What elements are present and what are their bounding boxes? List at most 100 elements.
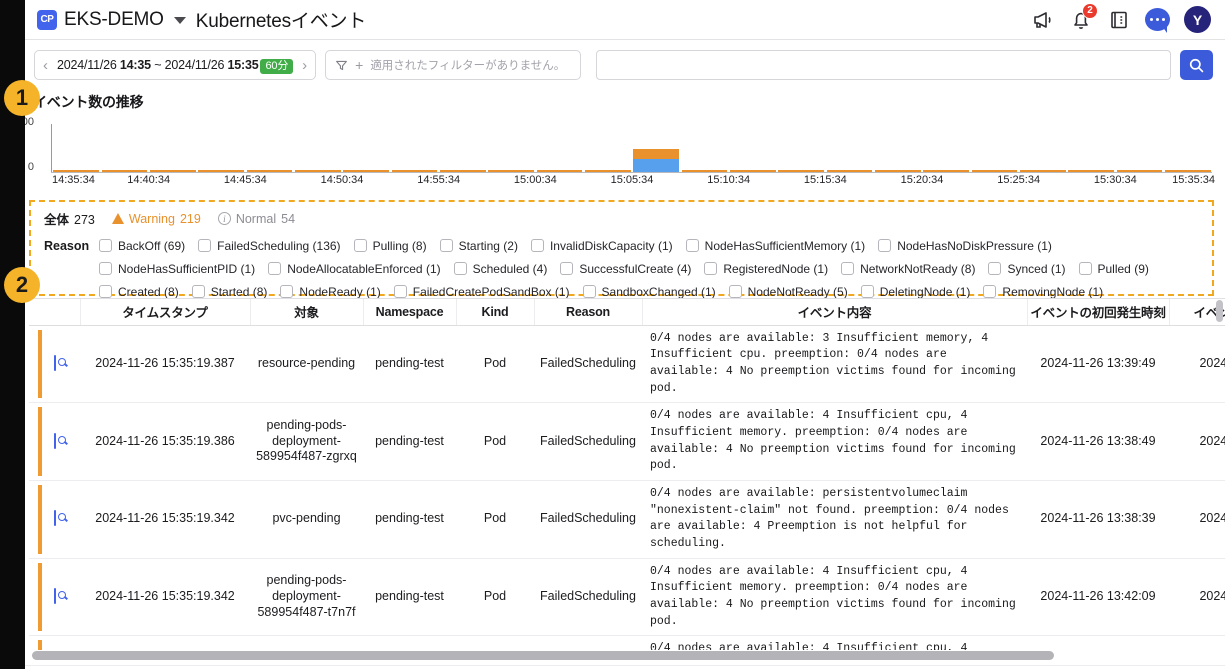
checkbox-icon[interactable] — [99, 262, 112, 275]
reason-checkbox-10[interactable]: SuccessfulCreate (4) — [560, 260, 691, 277]
chart-bar[interactable] — [391, 170, 438, 172]
events-table-container[interactable]: タイムスタンプ 対象 Namespace Kind Reason イベント内容 … — [29, 298, 1225, 650]
chart-bar[interactable] — [633, 148, 680, 172]
magnifier-icon[interactable] — [53, 510, 56, 527]
reason-checkbox-9[interactable]: Scheduled (4) — [453, 260, 547, 277]
column-header-object[interactable]: 対象 — [250, 299, 364, 326]
reason-checkbox-7[interactable]: NodeHasSufficientPID (1) — [99, 260, 255, 277]
table-row[interactable]: 2024-11-26 15:35:19.386 pending-pods-depl… — [29, 402, 1225, 481]
checkbox-icon[interactable] — [1078, 262, 1092, 275]
chart-bar[interactable] — [488, 170, 535, 172]
next-range-button[interactable]: › — [300, 58, 309, 73]
table-row[interactable]: 2024-11-26 15:35:19.342 pending-pods-depl… — [29, 558, 1225, 637]
megaphone-icon[interactable] — [1031, 8, 1055, 32]
checkbox-icon[interactable] — [560, 262, 574, 275]
checkbox-icon[interactable] — [530, 239, 544, 252]
checkbox-icon[interactable] — [453, 262, 467, 275]
checkbox-icon[interactable] — [685, 239, 699, 252]
checkbox-icon[interactable] — [582, 285, 596, 298]
column-header-message[interactable]: イベント内容 — [642, 299, 1028, 326]
magnifier-icon[interactable] — [53, 588, 56, 605]
warning-count[interactable]: Warning 219 — [111, 212, 201, 226]
checkbox-icon[interactable] — [353, 239, 367, 252]
checkbox-icon[interactable] — [191, 285, 205, 298]
chevron-down-icon[interactable] — [173, 17, 186, 24]
table-row[interactable]: 2024-11-26 15:35:19.342 pvc-pending pendin… — [29, 480, 1225, 559]
chart-bar[interactable] — [294, 170, 341, 172]
chart-bar[interactable] — [1068, 170, 1115, 172]
normal-count[interactable]: i Normal 54 — [217, 212, 295, 226]
checkbox-icon[interactable] — [99, 285, 112, 298]
chart-bar[interactable] — [149, 170, 196, 172]
checkbox-icon[interactable] — [983, 285, 997, 298]
chart-bar[interactable] — [198, 170, 245, 172]
reason-checkbox-12[interactable]: NetworkNotReady (8) — [841, 260, 975, 277]
checkbox-icon[interactable] — [393, 285, 407, 298]
chart-bar[interactable] — [1116, 170, 1163, 172]
row-detail-cell[interactable] — [29, 325, 80, 404]
table-row[interactable]: 2024-11-26 15:35:19.387 resource-pending p… — [29, 325, 1225, 404]
checkbox-icon[interactable] — [841, 262, 855, 275]
checkbox-icon[interactable] — [198, 239, 212, 252]
book-icon[interactable] — [1107, 8, 1131, 32]
column-header-mark[interactable] — [29, 299, 81, 326]
chart-bar[interactable] — [536, 170, 583, 172]
row-detail-cell[interactable] — [29, 402, 80, 481]
chart-bar[interactable] — [439, 170, 486, 172]
checkbox-icon[interactable] — [988, 262, 1002, 275]
chart-bar[interactable] — [826, 170, 873, 172]
table-row[interactable]: 2024-11-26 15:35:19.302pending-pods-depl… — [29, 635, 1225, 650]
checkbox-icon[interactable] — [280, 285, 294, 298]
checkbox-icon[interactable] — [728, 285, 742, 298]
chart-bar[interactable] — [923, 170, 970, 172]
chart-bar[interactable] — [584, 170, 631, 172]
checkbox-icon[interactable] — [878, 239, 892, 252]
column-header-first-seen[interactable]: イベントの初回発生時刻 — [1027, 299, 1170, 326]
reason-checkbox-8[interactable]: NodeAllocatableEnforced (1) — [268, 260, 441, 277]
reason-checkbox-2[interactable]: Pulling (8) — [353, 237, 427, 254]
reason-checkbox-3[interactable]: Starting (2) — [439, 237, 518, 254]
chat-icon[interactable] — [1145, 8, 1170, 33]
add-filter-plus[interactable]: + — [355, 57, 363, 73]
row-detail-cell[interactable] — [29, 480, 80, 559]
chart-bar[interactable] — [729, 170, 776, 172]
search-button[interactable] — [1180, 50, 1213, 80]
chart-bar[interactable] — [1164, 170, 1211, 172]
horizontal-scrollbar[interactable] — [29, 650, 1225, 661]
reason-checkbox-6[interactable]: NodeHasNoDiskPressure (1) — [878, 237, 1052, 254]
checkbox-icon[interactable] — [704, 262, 718, 275]
chart-bar[interactable] — [681, 170, 728, 172]
reason-checkbox-11[interactable]: RegisteredNode (1) — [704, 260, 828, 277]
avatar[interactable]: Y — [1184, 6, 1211, 33]
chart-bar[interactable] — [101, 170, 148, 172]
checkbox-icon[interactable] — [268, 262, 282, 275]
chart-bar[interactable] — [874, 170, 921, 172]
vertical-scrollbar[interactable] — [1216, 300, 1223, 322]
reason-checkbox-5[interactable]: NodeHasSufficientMemory (1) — [685, 237, 865, 254]
column-header-reason[interactable]: Reason — [534, 299, 643, 326]
checkbox-icon[interactable] — [860, 285, 874, 298]
checkbox-icon[interactable] — [99, 239, 112, 252]
horizontal-scrollbar-thumb[interactable] — [32, 651, 1054, 660]
bell-icon[interactable]: 2 — [1069, 2, 1098, 32]
chart-bar[interactable] — [1019, 170, 1066, 172]
search-input[interactable] — [597, 51, 1170, 79]
magnifier-icon[interactable] — [53, 355, 56, 372]
reason-checkbox-0[interactable]: BackOff (69) — [99, 237, 185, 254]
reason-checkbox-14[interactable]: Pulled (9) — [1078, 260, 1149, 277]
search-input-wrapper[interactable] — [596, 50, 1171, 80]
chart-bar[interactable] — [971, 170, 1018, 172]
reason-checkbox-4[interactable]: InvalidDiskCapacity (1) — [530, 237, 673, 254]
prev-range-button[interactable]: ‹ — [41, 58, 50, 73]
date-range-picker[interactable]: ‹ 2024/11/26 14:35 ~ 2024/11/26 15:35 60分… — [34, 50, 317, 80]
chart-plot-area[interactable] — [52, 124, 1212, 172]
row-detail-cell[interactable] — [29, 558, 80, 637]
chart-bar[interactable] — [343, 170, 390, 172]
magnifier-icon[interactable] — [53, 432, 56, 449]
reason-checkbox-13[interactable]: Synced (1) — [988, 260, 1066, 277]
column-header-kind[interactable]: Kind — [456, 299, 535, 326]
checkbox-icon[interactable] — [439, 239, 453, 252]
chart-bar[interactable] — [246, 170, 293, 172]
reason-checkbox-1[interactable]: FailedScheduling (136) — [198, 237, 341, 254]
chart-bar[interactable] — [778, 170, 825, 172]
